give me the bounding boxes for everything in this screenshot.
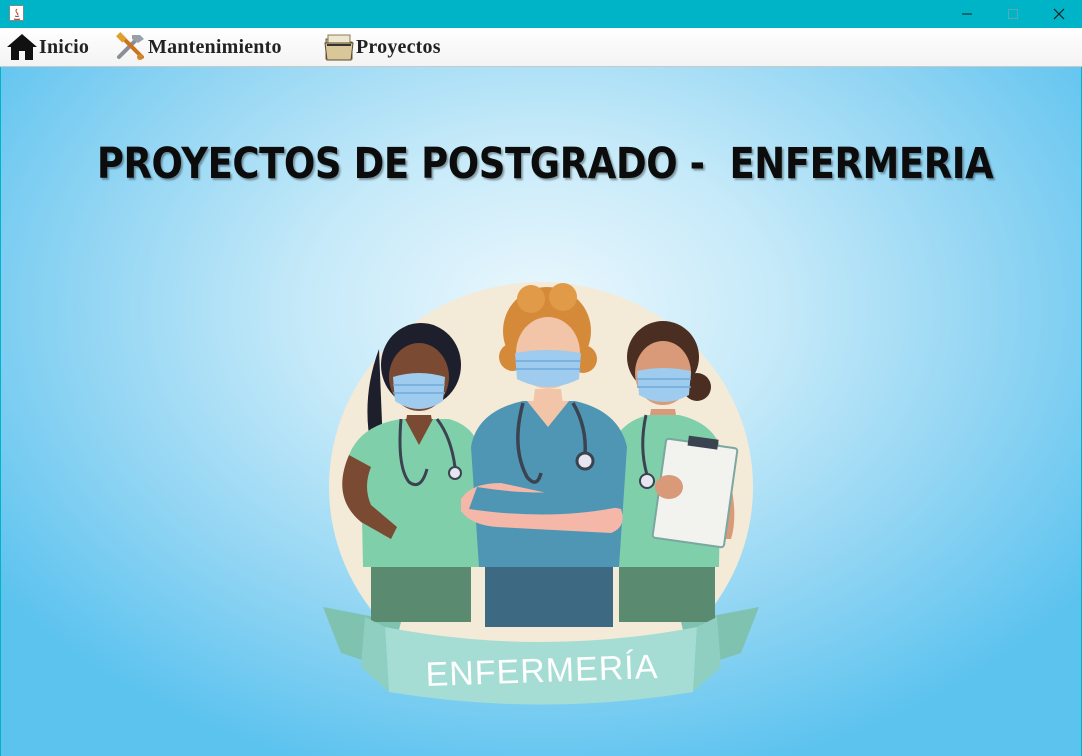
menu-mantenimiento-label: Mantenimiento	[148, 35, 282, 58]
tools-icon	[114, 31, 148, 63]
page-title: PROYECTOS DE POSTGRADO - ENFERMERIA	[96, 139, 994, 189]
window-titlebar	[0, 0, 1082, 28]
maximize-button[interactable]	[990, 0, 1036, 28]
java-app-icon	[9, 5, 24, 21]
menu-bar: Inicio Mantenimiento Proyectos	[0, 28, 1082, 67]
maximize-icon	[1008, 9, 1018, 19]
folder-icon	[322, 31, 356, 63]
menu-proyectos-label: Proyectos	[356, 35, 441, 58]
menu-proyectos[interactable]: Proyectos	[322, 31, 441, 63]
minimize-icon	[962, 13, 972, 15]
menu-mantenimiento[interactable]: Mantenimiento	[114, 31, 282, 63]
menu-inicio[interactable]: Inicio	[5, 31, 89, 63]
close-button[interactable]	[1036, 0, 1082, 28]
close-icon	[1053, 8, 1065, 20]
menu-inicio-label: Inicio	[39, 35, 90, 58]
home-icon	[5, 31, 39, 63]
main-content: PROYECTOS DE POSTGRADO - ENFERMERIA ENFE…	[1, 67, 1081, 756]
minimize-button[interactable]	[944, 0, 990, 28]
